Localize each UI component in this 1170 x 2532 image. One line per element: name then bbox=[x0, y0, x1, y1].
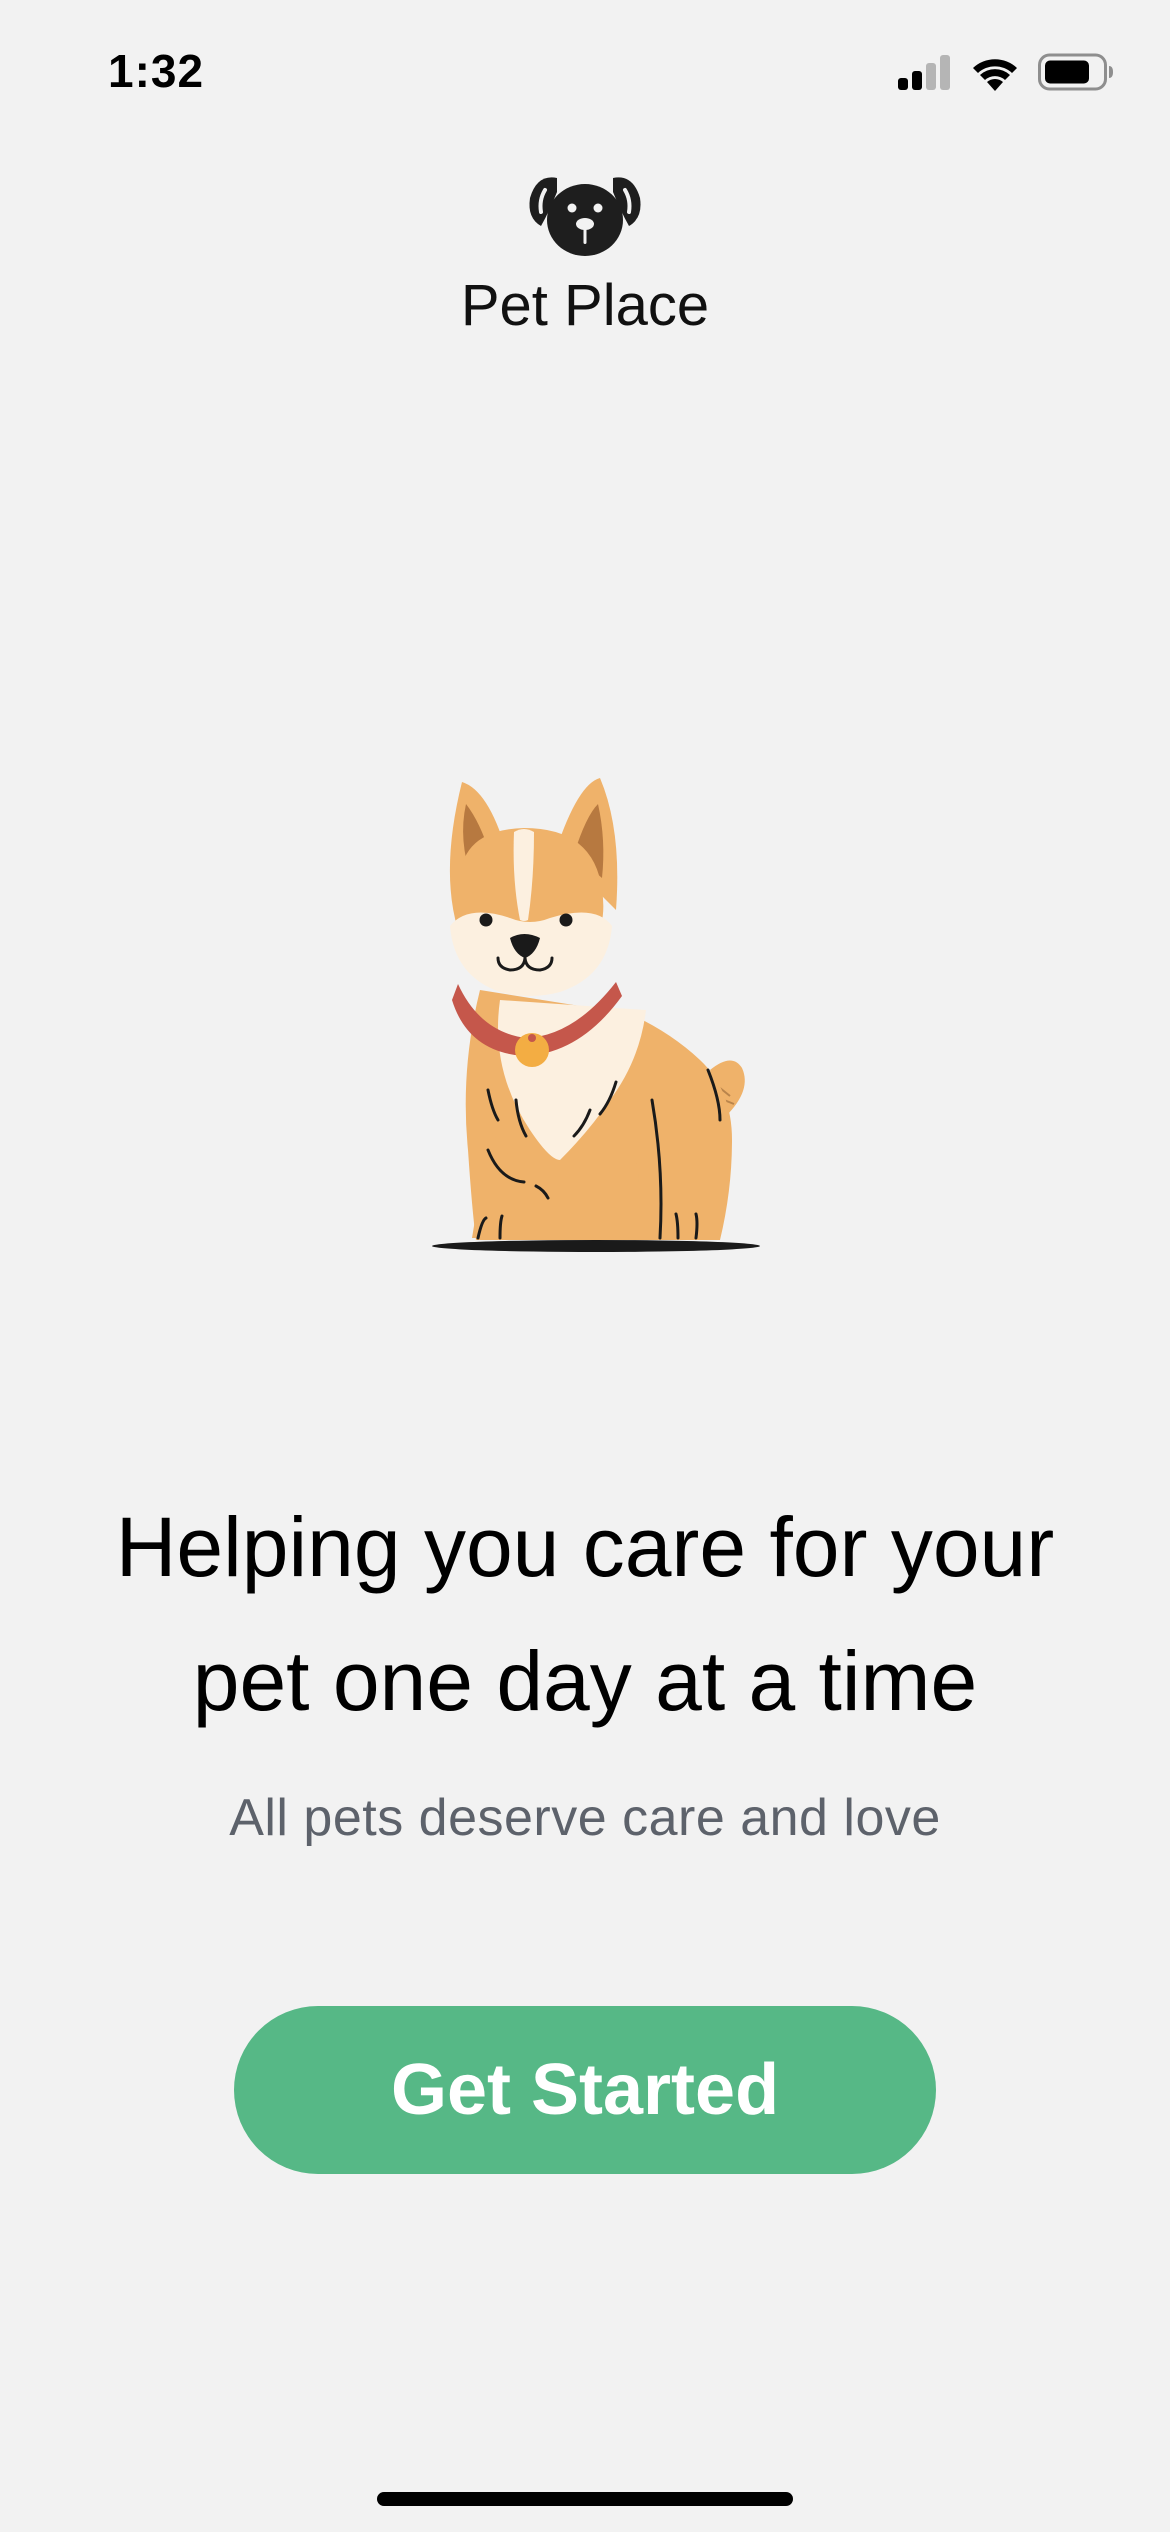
dog-face-icon bbox=[0, 168, 1170, 258]
headline-line-2: pet one day at a time bbox=[192, 1634, 978, 1728]
corgi-illustration bbox=[420, 770, 770, 1260]
brand-header: Pet Place bbox=[0, 168, 1170, 339]
status-bar: 1:32 bbox=[0, 0, 1170, 150]
subtitle: All pets deserve care and love bbox=[229, 1789, 941, 1847]
status-time: 1:32 bbox=[108, 45, 205, 97]
home-indicator[interactable] bbox=[377, 2492, 793, 2506]
headline: Helping you care for your pet one day at… bbox=[60, 1480, 1110, 1748]
cellular-signal-icon bbox=[898, 54, 952, 90]
get-started-button[interactable]: Get Started bbox=[234, 2006, 936, 2174]
wifi-icon bbox=[970, 53, 1020, 91]
app-name: Pet Place bbox=[460, 273, 710, 338]
headline-line-1: Helping you care for your bbox=[115, 1500, 1055, 1594]
battery-icon bbox=[1038, 53, 1114, 91]
status-icons bbox=[898, 52, 1114, 92]
